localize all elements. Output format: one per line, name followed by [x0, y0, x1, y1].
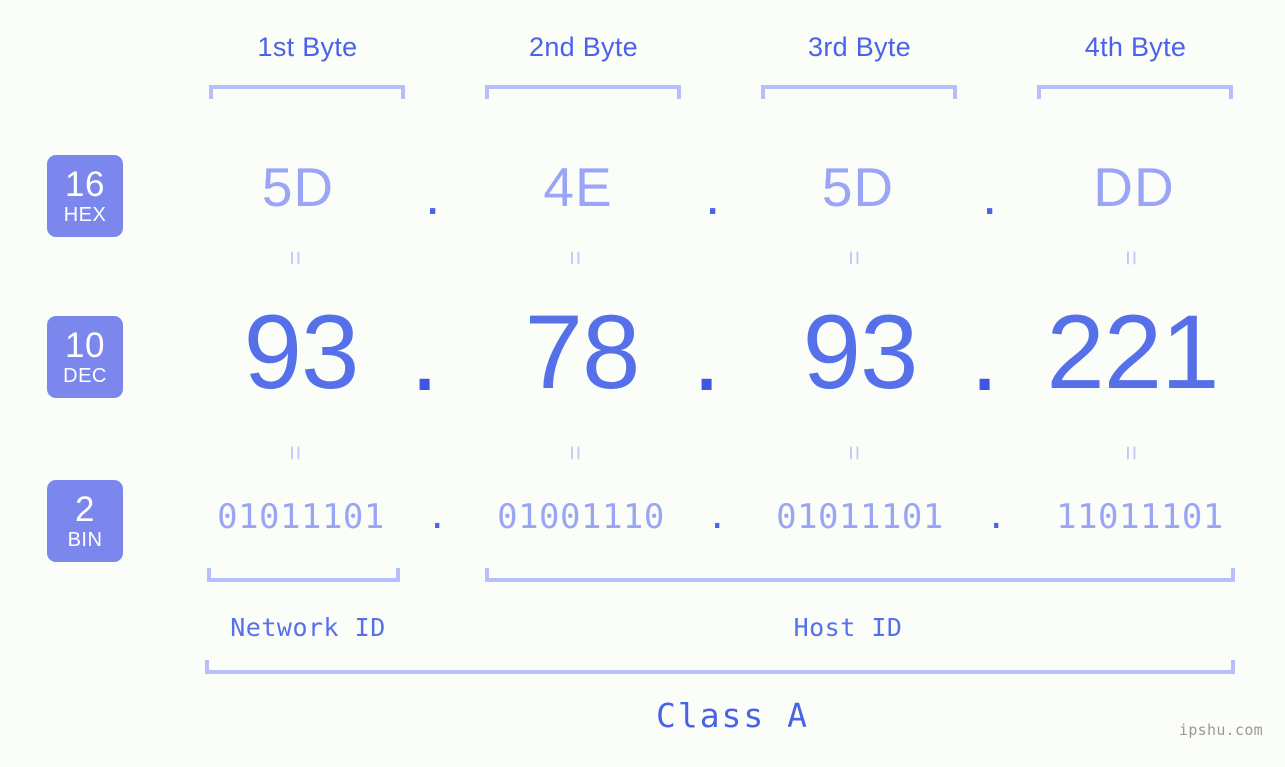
- class-bracket: [205, 660, 1235, 674]
- dec-separator-3: .: [970, 296, 1000, 413]
- base-badge-bin-name: BIN: [67, 529, 103, 551]
- bin-octet-3: 01011101: [776, 497, 944, 537]
- dec-octet-1: 93: [243, 294, 360, 411]
- dec-separator-2: .: [692, 296, 722, 413]
- byte-header-2: 2nd Byte: [529, 32, 638, 62]
- base-badge-hex-number: 16: [65, 165, 105, 204]
- byte-header-3: 3rd Byte: [808, 32, 911, 62]
- base-badge-bin-number: 2: [75, 490, 95, 529]
- equals-mark-dec-bin-2: =: [560, 445, 591, 461]
- base-badge-hex: 16 HEX: [47, 155, 123, 237]
- class-label: Class A: [655, 696, 810, 735]
- site-watermark: ipshu.com: [1179, 721, 1263, 739]
- host-id-label: Host ID: [793, 613, 903, 642]
- hex-octet-3: 5D: [821, 156, 895, 218]
- byte-bracket-1: [209, 85, 405, 99]
- hex-octet-4: DD: [1093, 156, 1175, 218]
- byte-header-1: 1st Byte: [257, 32, 358, 62]
- byte-bracket-3: [761, 85, 957, 99]
- byte-bracket-4: [1037, 85, 1233, 99]
- base-badge-dec-name: DEC: [63, 365, 107, 387]
- dec-octet-2: 78: [524, 294, 641, 411]
- bin-separator-3: .: [986, 497, 1007, 537]
- network-id-bracket: [207, 568, 400, 582]
- base-badge-hex-name: HEX: [63, 204, 107, 226]
- bin-separator-2: .: [707, 497, 728, 537]
- byte-bracket-2: [485, 85, 681, 99]
- bin-octet-4: 11011101: [1056, 497, 1224, 537]
- equals-mark-dec-bin-4: =: [1116, 445, 1147, 461]
- dec-octet-4: 221: [1046, 294, 1219, 411]
- base-badge-bin: 2 BIN: [47, 480, 123, 562]
- hex-octet-2: 4E: [543, 156, 613, 218]
- network-id-label: Network ID: [230, 613, 386, 642]
- equals-mark-hex-dec-1: =: [280, 250, 311, 266]
- ip-address-breakdown-page: { "page": { "background_color": "#fbfdf8…: [0, 0, 1285, 767]
- hex-separator-2: .: [705, 164, 721, 226]
- base-badge-dec: 10 DEC: [47, 316, 123, 398]
- hex-octet-1: 5D: [261, 156, 335, 218]
- bin-octet-1: 01011101: [217, 497, 385, 537]
- equals-mark-dec-bin-3: =: [839, 445, 870, 461]
- dec-separator-1: .: [410, 296, 440, 413]
- base-badge-dec-number: 10: [65, 326, 105, 365]
- byte-header-4: 4th Byte: [1084, 32, 1187, 62]
- hex-separator-1: .: [425, 164, 441, 226]
- dec-octet-3: 93: [802, 294, 919, 411]
- bin-separator-1: .: [427, 497, 448, 537]
- hex-separator-3: .: [982, 164, 998, 226]
- bin-octet-2: 01001110: [497, 497, 665, 537]
- equals-mark-hex-dec-3: =: [839, 250, 870, 266]
- equals-mark-hex-dec-2: =: [560, 250, 591, 266]
- equals-mark-hex-dec-4: =: [1116, 250, 1147, 266]
- host-id-bracket: [485, 568, 1235, 582]
- equals-mark-dec-bin-1: =: [280, 445, 311, 461]
